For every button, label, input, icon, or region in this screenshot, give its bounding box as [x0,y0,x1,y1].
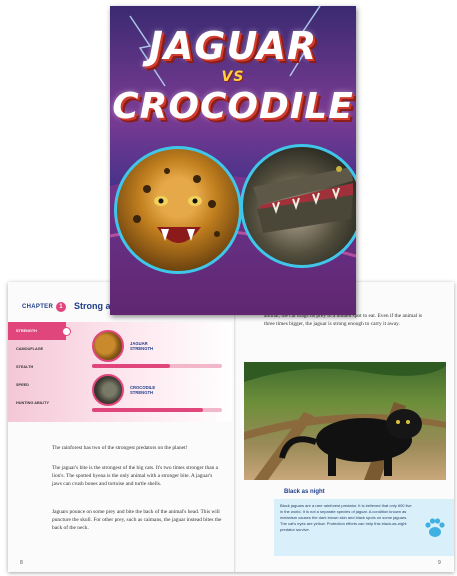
crocodile-avatar [92,374,124,406]
black-jaguar-illustration [244,362,446,480]
left-paragraph-3: Jaguars pounce on some prey and bite the… [52,509,222,531]
strength-comparison-panel: STRENGTH CAMOUFLAGE STEALTH SPEED HUNTIN… [8,322,232,422]
chapter-label: CHAPTER [22,304,54,310]
ability-list: STRENGTH CAMOUFLAGE STEALTH SPEED HUNTIN… [8,322,71,422]
fact-box-title: Black as night [284,489,325,495]
book-spine [234,282,236,572]
cover-title-vs: VS [221,69,245,85]
cover-title-jaguar: JAGUAR [148,24,318,68]
ability-hunting: HUNTING ABILITY [16,401,49,405]
left-paragraph-2: The jaguar's bite is the strongest of th… [52,465,219,487]
ability-strength: STRENGTH [8,322,66,340]
page-number-left: 8 [20,560,23,566]
fact-box: Black jaguars are a rare rainforest pred… [274,499,454,556]
crocodile-strength-bar [92,408,203,412]
cover-title-crocodile: CROCODILE [112,86,354,127]
jaguar-portrait [114,146,242,274]
crocodile-row: CROCODILE STRENGTH [92,374,170,406]
ability-speed: SPEED [16,383,29,387]
jaguar-face-illustration [133,168,220,243]
jaguar-row: JAGUAR STRENGTH [92,330,170,362]
chapter-number: 1 [56,302,67,312]
left-paragraph-1: The rainforest has two of the strongest … [52,445,188,451]
chapter-title: Strong a [74,301,111,311]
black-jaguar-photo [244,362,446,480]
crocodile-portrait [240,144,356,268]
jaguar-avatar [92,330,124,362]
fact-box-text: Black jaguars are a rare rainforest pred… [280,503,412,532]
ability-camouflage: CAMOUFLAGE [16,347,44,351]
active-ability-marker-icon [62,327,71,336]
jaguar-strength-label: JAGUAR STRENGTH [130,341,154,351]
crocodile-strength-label: CROCODILE STRENGTH [130,385,156,395]
crocodile-face-illustration [253,166,353,233]
ability-stealth: STEALTH [16,365,34,369]
chapter-tag: CHAPTER 1 [22,302,67,312]
paw-print-icon [425,518,445,537]
jaguar-strength-bar [92,364,170,368]
page-number-right: 9 [438,560,441,566]
book-spread: CHAPTER 1 Strong a STRENGTH CAMOUFLAGE S… [8,282,454,572]
book-cover: JAGUAR VS CROCODILE [110,6,356,315]
